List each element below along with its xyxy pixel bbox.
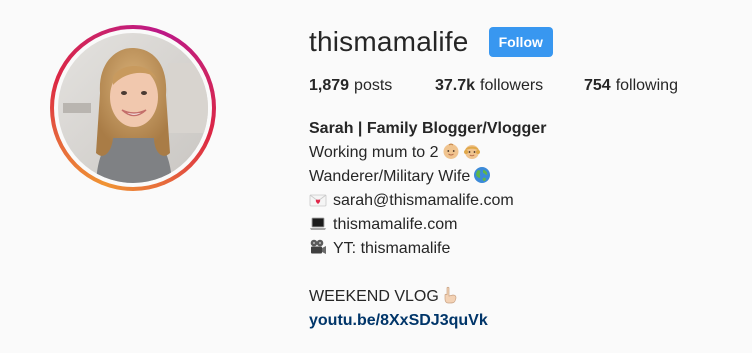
baby-face-icon (443, 143, 459, 159)
bio-line-mum: Working mum to 2 (309, 141, 729, 165)
profile-header: thismamalife Follow 1,879 posts 37.7k fo… (0, 0, 752, 353)
love-letter-icon (309, 194, 327, 207)
stat-followers[interactable]: 37.7k followers (435, 76, 584, 96)
pointing-down-icon (444, 286, 457, 304)
stat-posts[interactable]: 1,879 posts (309, 76, 435, 96)
bio-link[interactable]: youtu.be/8XxSDJ3quVk (309, 309, 729, 333)
bio-line-mum-text: Working mum to 2 (309, 144, 439, 161)
follow-button[interactable]: Follow (488, 27, 553, 57)
following-label: following (615, 77, 678, 94)
bio-name: Sarah | Family Blogger/Vlogger (309, 120, 547, 137)
followers-count: 37.7k (435, 77, 476, 94)
bio-line-wanderer-text: Wanderer/Military Wife (309, 168, 471, 185)
following-count: 754 (584, 77, 611, 94)
avatar-gap (54, 29, 212, 187)
bio-website: thismamalife.com (333, 216, 458, 233)
bio-line-website: thismamalife.com (309, 213, 729, 237)
bio-line-wanderer: Wanderer/Military Wife (309, 165, 729, 189)
bio-blank-line (309, 261, 729, 285)
bio-line-youtube: YT: thismamalife (309, 237, 729, 261)
bio-email: sarah@thismamalife.com (333, 192, 514, 209)
baby-girl-face-icon (463, 145, 480, 159)
stat-following[interactable]: 754 following (584, 76, 678, 96)
posts-label: posts (354, 77, 393, 94)
bio-youtube: YT: thismamalife (333, 240, 451, 257)
followers-label: followers (480, 77, 544, 94)
story-ring[interactable] (50, 25, 216, 191)
username-row: thismamalife Follow (309, 24, 553, 60)
avatar[interactable] (58, 33, 208, 183)
username: thismamalife (309, 26, 469, 57)
bio: Sarah | Family Blogger/Vlogger Working m… (309, 117, 729, 333)
laptop-icon (310, 217, 326, 230)
globe-icon (474, 167, 491, 183)
bio-line-email: sarah@thismamalife.com (309, 189, 729, 213)
bio-line-vlog: WEEKEND VLOG (309, 285, 729, 309)
profile-stats: 1,879 posts 37.7k followers 754 followin… (309, 76, 678, 96)
bio-vlog-label: WEEKEND VLOG (309, 288, 439, 305)
film-camera-icon (310, 239, 326, 254)
posts-count: 1,879 (309, 77, 350, 94)
